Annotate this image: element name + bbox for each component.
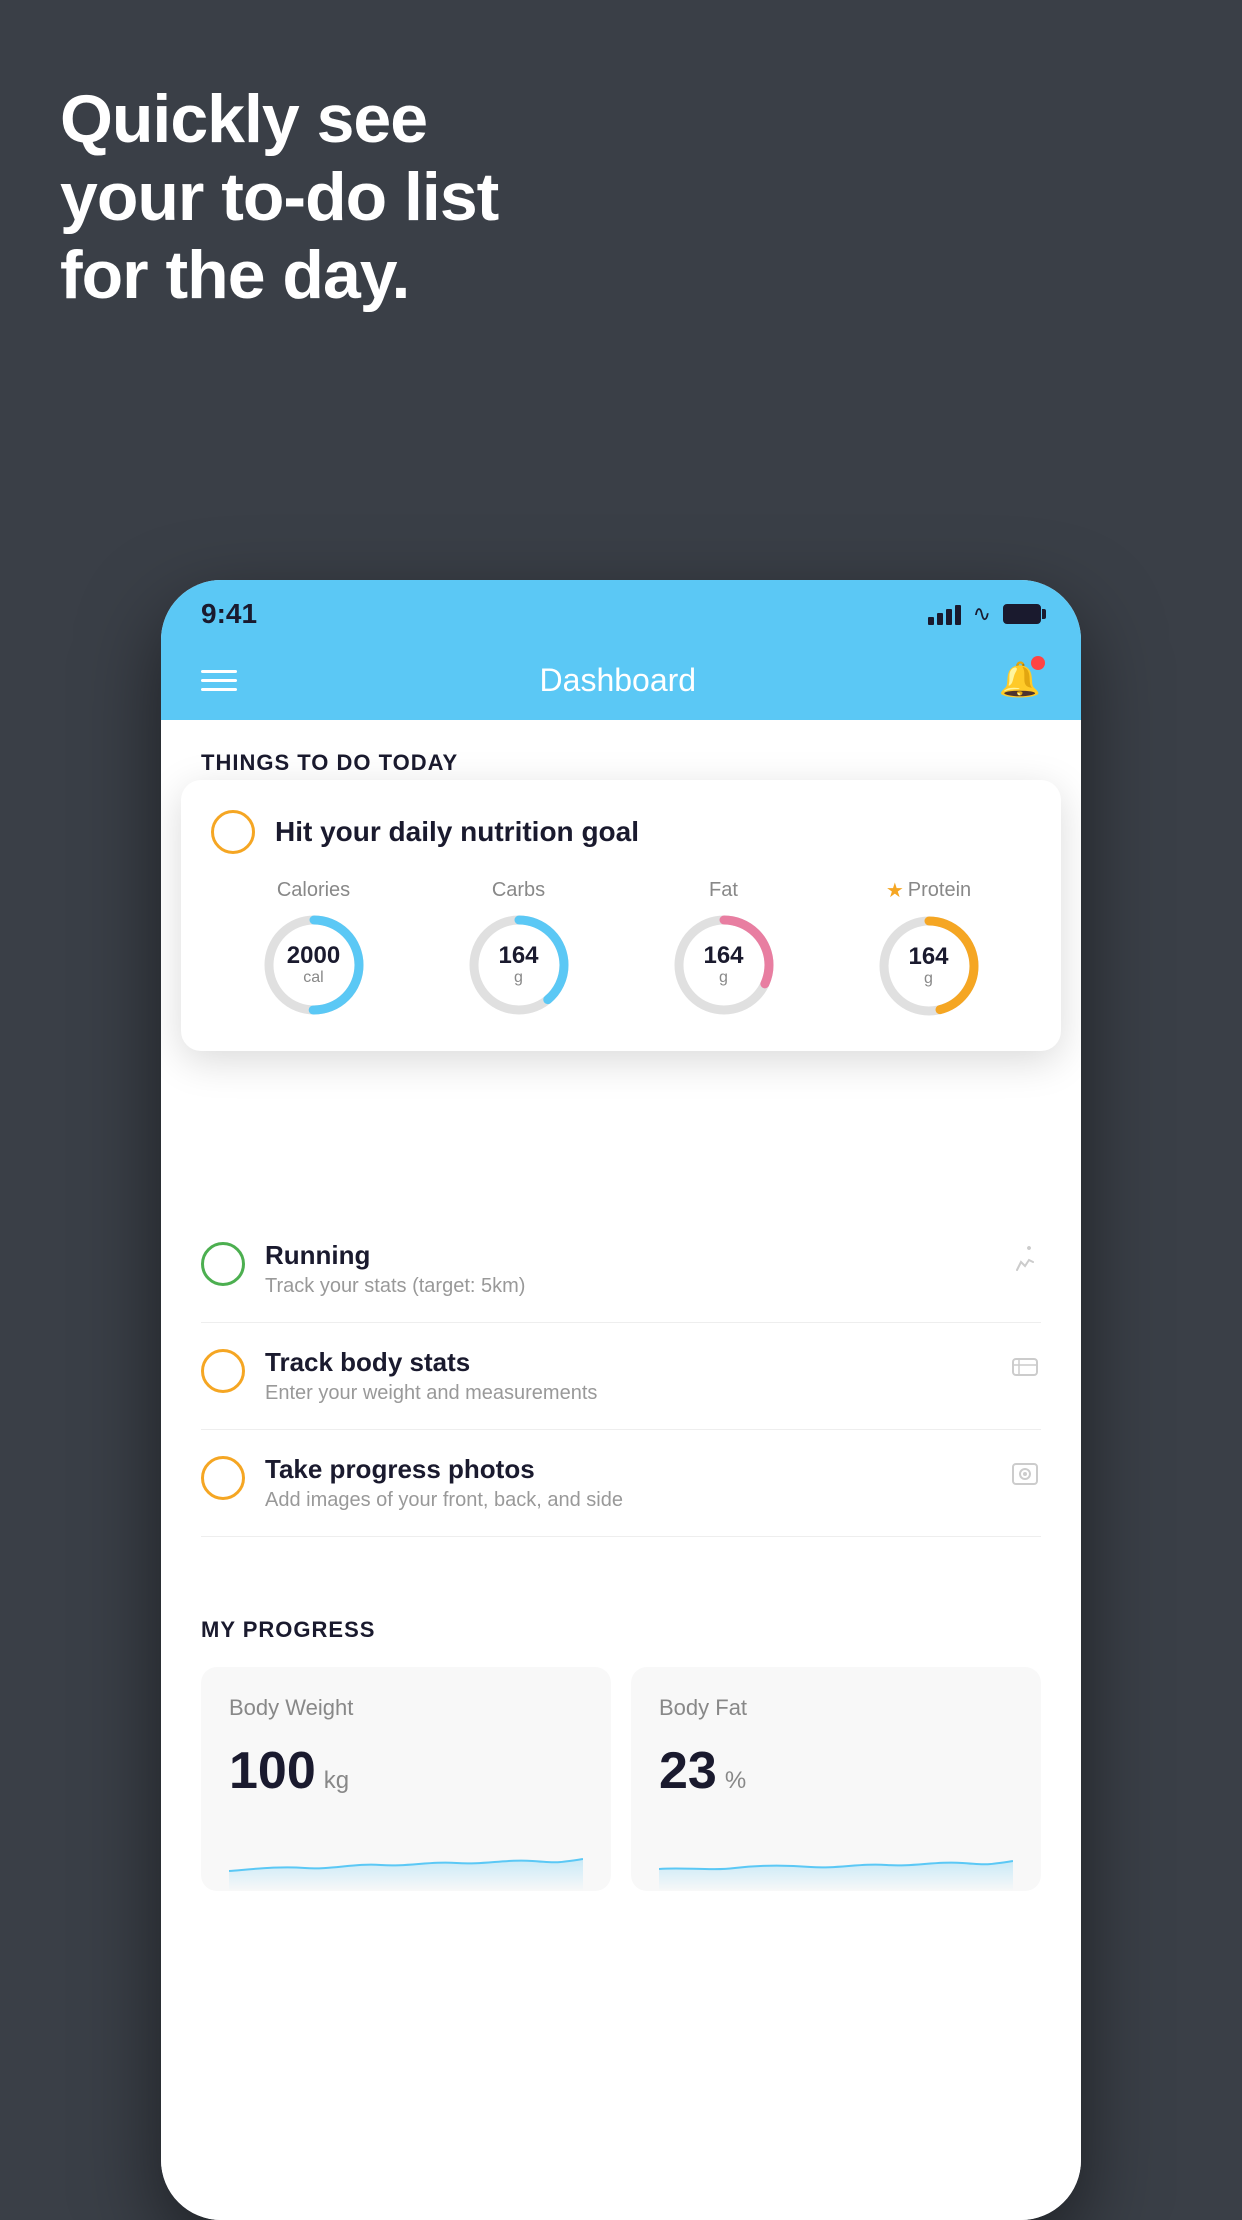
carbs-ring-svg: 164 g — [464, 910, 574, 1020]
body-fat-card[interactable]: Body Fat 23 % — [631, 1667, 1041, 1891]
status-time: 9:41 — [201, 598, 257, 630]
nutrition-rings: Calories 2000 cal Carbs — [211, 878, 1031, 1021]
body-stats-title: Track body stats — [265, 1347, 989, 1378]
photos-subtitle: Add images of your front, back, and side — [265, 1489, 989, 1512]
nav-title: Dashboard — [540, 662, 697, 699]
progress-cards: Body Weight 100 kg — [201, 1667, 1041, 1891]
battery-icon — [1003, 604, 1041, 624]
calories-unit: cal — [287, 969, 340, 987]
nav-bar: Dashboard 🔔 — [161, 640, 1081, 720]
wifi-icon: ∿ — [973, 601, 991, 627]
progress-section: MY PROGRESS Body Weight 100 kg — [161, 1577, 1081, 1891]
protein-ring: ★ Protein 164 g — [874, 878, 984, 1021]
status-bar: 9:41 ∿ — [161, 580, 1081, 640]
carbs-value: 164 — [498, 943, 538, 969]
running-text: Running Track your stats (target: 5km) — [265, 1240, 989, 1298]
running-icon — [1009, 1244, 1041, 1284]
body-stats-checkbox[interactable] — [201, 1349, 245, 1393]
star-icon: ★ — [886, 878, 904, 903]
body-weight-title: Body Weight — [229, 1695, 583, 1721]
protein-ring-svg: 164 g — [874, 911, 984, 1021]
body-stats-subtitle: Enter your weight and measurements — [265, 1382, 989, 1405]
body-stats-text: Track body stats Enter your weight and m… — [265, 1347, 989, 1405]
fat-ring: Fat 164 g — [669, 879, 779, 1020]
carbs-ring: Carbs 164 g — [464, 879, 574, 1020]
body-weight-unit: kg — [324, 1767, 349, 1795]
hero-text: Quickly see your to-do list for the day. — [60, 80, 498, 315]
protein-value: 164 — [908, 944, 948, 970]
body-weight-value: 100 kg — [229, 1741, 583, 1801]
fat-label: Fat — [709, 879, 738, 902]
body-fat-chart — [659, 1831, 1013, 1891]
calories-ring: Calories 2000 cal — [259, 879, 369, 1020]
carbs-label: Carbs — [492, 879, 545, 902]
fat-unit: g — [703, 969, 743, 987]
calories-value: 2000 — [287, 943, 340, 969]
app-content: THINGS TO DO TODAY Hit your daily nutrit… — [161, 720, 1081, 2220]
running-title: Running — [265, 1240, 989, 1271]
status-icons: ∿ — [928, 601, 1041, 627]
body-weight-card[interactable]: Body Weight 100 kg — [201, 1667, 611, 1891]
carbs-unit: g — [498, 969, 538, 987]
body-stats-icon — [1009, 1351, 1041, 1391]
todo-item-running[interactable]: Running Track your stats (target: 5km) — [201, 1216, 1041, 1323]
notification-dot — [1031, 656, 1045, 670]
photos-checkbox[interactable] — [201, 1456, 245, 1500]
body-weight-chart — [229, 1831, 583, 1891]
calories-label: Calories — [277, 879, 350, 902]
running-checkbox[interactable] — [201, 1242, 245, 1286]
phone-mockup: 9:41 ∿ Dashboard 🔔 THINGS TO DO TODAY — [161, 580, 1081, 2220]
body-fat-number: 23 — [659, 1741, 717, 1801]
body-fat-title: Body Fat — [659, 1695, 1013, 1721]
calories-ring-svg: 2000 cal — [259, 910, 369, 1020]
body-fat-value: 23 % — [659, 1741, 1013, 1801]
todo-list: Running Track your stats (target: 5km) T… — [161, 1216, 1081, 1537]
body-weight-number: 100 — [229, 1741, 316, 1801]
photos-icon — [1009, 1458, 1041, 1498]
photos-title: Take progress photos — [265, 1454, 989, 1485]
protein-unit: g — [908, 970, 948, 988]
todo-item-body-stats[interactable]: Track body stats Enter your weight and m… — [201, 1323, 1041, 1430]
nutrition-checkbox[interactable] — [211, 810, 255, 854]
nutrition-card-title: Hit your daily nutrition goal — [275, 816, 639, 848]
signal-icon — [928, 603, 961, 625]
bell-icon[interactable]: 🔔 — [999, 660, 1041, 700]
running-subtitle: Track your stats (target: 5km) — [265, 1275, 989, 1298]
photos-text: Take progress photos Add images of your … — [265, 1454, 989, 1512]
fat-value: 164 — [703, 943, 743, 969]
protein-label: ★ Protein — [886, 878, 971, 903]
hamburger-menu[interactable] — [201, 670, 237, 691]
nutrition-card: Hit your daily nutrition goal Calories 2… — [181, 780, 1061, 1051]
todo-item-photos[interactable]: Take progress photos Add images of your … — [201, 1430, 1041, 1537]
fat-ring-svg: 164 g — [669, 910, 779, 1020]
body-fat-unit: % — [725, 1767, 746, 1795]
progress-header: MY PROGRESS — [201, 1617, 1041, 1643]
